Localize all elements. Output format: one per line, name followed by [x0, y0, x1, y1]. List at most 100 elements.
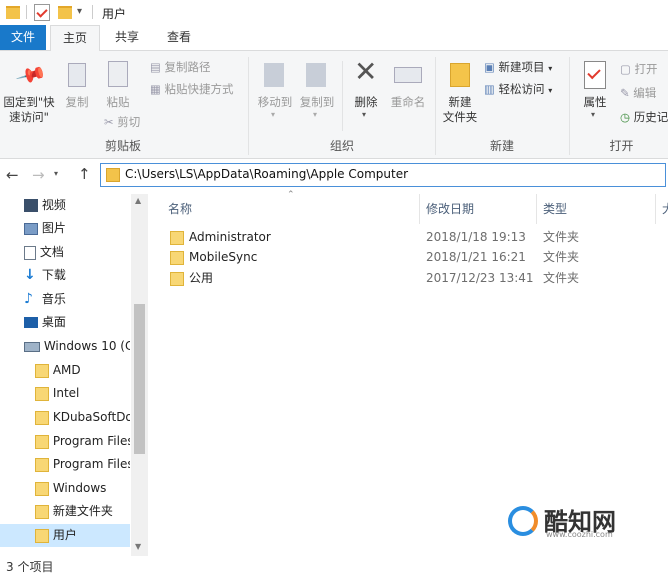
clipboard-group-label: 剪贴板	[104, 139, 141, 153]
tab-view[interactable]: 查看	[156, 25, 202, 50]
nav-item-windows[interactable]: Windows	[0, 477, 130, 500]
properties-quick-icon[interactable]	[34, 4, 50, 21]
nav-item-documents[interactable]: 文档	[0, 241, 130, 264]
file-row[interactable]: 公用 2017/12/23 13:41 文件夹	[150, 268, 668, 288]
forward-arrow-icon[interactable]: →	[32, 166, 45, 184]
up-arrow-icon[interactable]: ↑	[78, 165, 91, 183]
copy-label: 复制	[65, 95, 89, 109]
rename-icon	[394, 67, 422, 83]
nav-item-amd[interactable]: AMD	[0, 359, 130, 382]
file-row[interactable]: MobileSync 2018/1/21 16:21 文件夹	[150, 247, 668, 267]
nav-item-intel[interactable]: Intel	[0, 382, 130, 405]
chevron-down-icon: ▾	[548, 86, 553, 95]
copy-to-button[interactable]: 复制到 ▾	[296, 57, 338, 127]
divider[interactable]	[419, 194, 420, 224]
nav-item-drive-c[interactable]: Windows 10 (C	[0, 335, 130, 358]
column-header-size[interactable]: 大	[662, 198, 668, 220]
file-type: 文件夹	[543, 271, 580, 285]
file-name: MobileSync	[189, 250, 258, 264]
pin-quick-access-button[interactable]: 📌 固定到"快速访问"	[0, 57, 58, 137]
paste-label: 粘贴	[106, 95, 130, 109]
properties-button[interactable]: 属性 ▾	[573, 57, 617, 127]
paste-shortcut-button[interactable]: ▦ 粘贴快捷方式	[150, 81, 234, 97]
nav-item-new-folder[interactable]: 新建文件夹	[0, 500, 130, 523]
organize-group-label: 组织	[329, 139, 354, 153]
paste-button[interactable]: 粘贴	[98, 57, 138, 117]
ribbon-tabs: 文件 主页 共享 查看	[0, 25, 668, 51]
download-icon: ↓	[24, 267, 36, 283]
nav-item-desktop[interactable]: 桌面	[0, 311, 130, 334]
file-date: 2017/12/23 13:41	[426, 271, 534, 285]
column-header-type[interactable]: 类型	[543, 198, 567, 220]
new-item-button[interactable]: ▣ 新建项目 ▾	[484, 59, 552, 75]
open-group-label: 打开	[609, 139, 634, 153]
edit-icon: ✎	[620, 86, 634, 100]
nav-item-kdubasoftdo[interactable]: KDubaSoftDo	[0, 406, 130, 429]
folder-icon	[35, 528, 49, 543]
edit-button[interactable]: ✎ 编辑	[620, 85, 656, 101]
address-bar[interactable]: C:\Users\LS\AppData\Roaming\Apple Comput…	[100, 163, 666, 187]
new-folder-quick-icon[interactable]	[58, 6, 72, 19]
back-arrow-icon[interactable]: ←	[6, 166, 19, 184]
folder-icon	[170, 271, 184, 286]
chevron-down-icon: ▾	[362, 110, 367, 119]
divider[interactable]	[655, 194, 656, 224]
chevron-down-icon[interactable]: ▼	[135, 542, 141, 551]
column-header-date[interactable]: 修改日期	[426, 198, 474, 220]
file-name: 公用	[189, 271, 214, 285]
rename-button[interactable]: 重命名	[386, 57, 430, 117]
customize-quick-access-icon[interactable]: ▾	[77, 6, 82, 17]
file-type: 文件夹	[543, 230, 580, 244]
chevron-up-icon[interactable]: ▲	[135, 196, 141, 205]
tab-file[interactable]: 文件	[0, 25, 46, 50]
properties-icon	[584, 61, 606, 89]
delete-button[interactable]: ✕ 删除 ▾	[348, 57, 384, 127]
copy-path-button[interactable]: ▤ 复制路径	[150, 59, 211, 75]
scrollbar-thumb[interactable]	[134, 304, 145, 454]
nav-item-music[interactable]: ♪ 音乐	[0, 288, 130, 311]
divider[interactable]	[536, 194, 537, 224]
move-to-button[interactable]: 移动到 ▾	[254, 57, 296, 127]
pin-label: 固定到"快速访问"	[3, 95, 55, 124]
address-path[interactable]: C:\Users\LS\AppData\Roaming\Apple Comput…	[125, 167, 408, 181]
nav-item-videos[interactable]: 视频	[0, 194, 130, 217]
properties-label: 属性	[583, 95, 607, 109]
file-date: 2018/1/18 19:13	[426, 230, 526, 244]
video-icon	[24, 199, 38, 212]
open-button[interactable]: ▢ 打开	[620, 61, 658, 77]
status-item-count: 3 个项目	[6, 560, 54, 574]
tab-home[interactable]: 主页	[50, 25, 100, 51]
new-item-icon: ▣	[484, 60, 499, 74]
cut-button[interactable]: ✂ 剪切	[104, 114, 140, 130]
folder-icon	[35, 504, 49, 519]
nav-item-downloads[interactable]: ↓ 下载	[0, 264, 130, 287]
documents-icon	[24, 245, 36, 260]
new-group-label: 新建	[489, 139, 514, 153]
easy-access-button[interactable]: ▥ 轻松访问 ▾	[484, 81, 552, 97]
folder-icon	[35, 363, 49, 378]
easy-access-icon: ▥	[484, 82, 499, 96]
tab-share[interactable]: 共享	[104, 25, 150, 50]
folder-icon	[6, 6, 20, 19]
folder-icon	[35, 434, 49, 449]
paste-icon	[108, 61, 128, 87]
new-folder-button[interactable]: 新建 文件夹	[438, 57, 482, 133]
nav-item-program-files[interactable]: Program Files	[0, 430, 130, 453]
copy-icon	[68, 63, 86, 87]
history-button[interactable]: ◷ 历史记	[620, 109, 668, 125]
divider	[92, 5, 93, 19]
column-header-name[interactable]: 名称	[168, 198, 192, 220]
file-row[interactable]: Administrator 2018/1/18 19:13 文件夹	[150, 227, 668, 247]
nav-item-pictures[interactable]: 图片	[0, 217, 130, 240]
nav-item-users[interactable]: 用户	[0, 524, 130, 547]
folder-icon	[170, 230, 184, 245]
ribbon: 📌 固定到"快速访问" 复制 粘贴 ▤ 复制路径 ▦ 粘贴快捷方式 ✂ 剪切 剪…	[0, 51, 668, 159]
title-bar: ▾ 用户	[0, 0, 668, 25]
file-type: 文件夹	[543, 250, 580, 264]
chevron-down-icon: ▾	[271, 110, 276, 119]
copy-button[interactable]: 复制	[60, 57, 94, 117]
watermark-url: www.coozhi.com	[546, 530, 613, 539]
nav-item-program-files-x86[interactable]: Program Files	[0, 453, 130, 476]
recent-locations-icon[interactable]: ▾	[54, 169, 58, 178]
nav-scrollbar[interactable]: ▲ ▼	[131, 194, 148, 556]
